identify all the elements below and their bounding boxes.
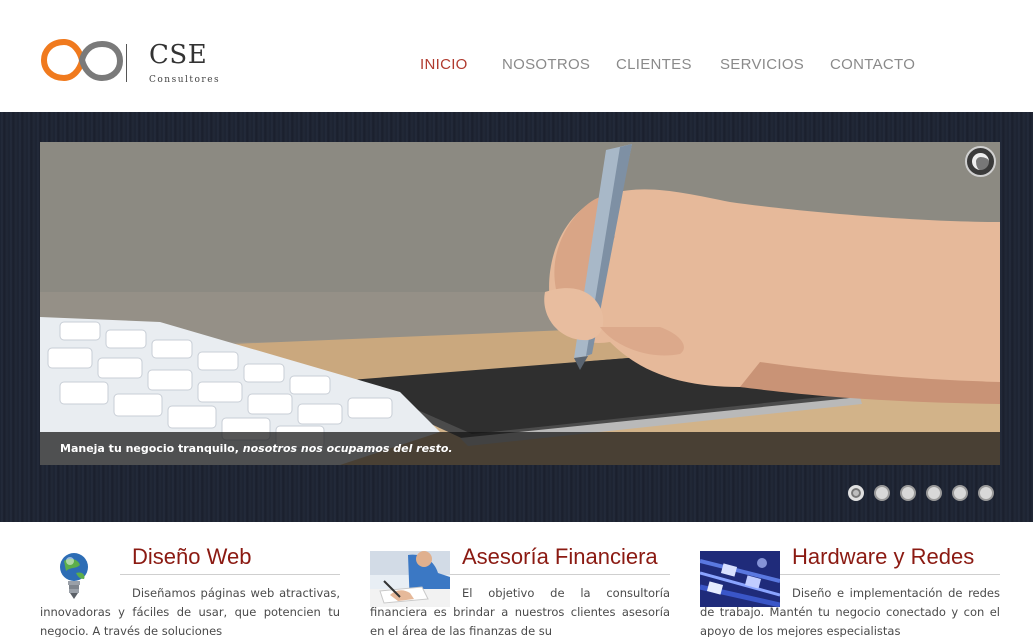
feature-hardware-redes: Hardware y Redes Diseño e implementación… xyxy=(699,522,1000,637)
brand-subtitle: Consultores xyxy=(149,75,221,85)
nav-item-contacto[interactable]: CONTACTO xyxy=(830,56,915,73)
feature-title[interactable]: Diseño Web xyxy=(132,544,251,570)
feature-diseno-web: Diseño Web Diseñamos páginas web atracti… xyxy=(40,522,340,637)
feature-text-content: El objetivo de la consultoría financiera… xyxy=(370,586,670,637)
slider-image[interactable]: Maneja tu negocio tranquilo, nosotros no… xyxy=(40,142,1000,465)
loading-spinner-icon[interactable] xyxy=(965,146,996,177)
slider-dot-2[interactable] xyxy=(874,485,890,501)
features-section: Diseño Web Diseñamos páginas web atracti… xyxy=(0,522,1033,637)
nav-item-inicio[interactable]: INICIO xyxy=(420,56,468,73)
slider-dot-6[interactable] xyxy=(978,485,994,501)
feature-divider xyxy=(450,574,670,575)
feature-text: Diseñamos páginas web atractivas, innova… xyxy=(40,584,340,637)
feature-text: El objetivo de la consultoría financiera… xyxy=(370,584,670,637)
feature-asesoria-financiera: Asesoría Financiera El objetivo de la co… xyxy=(370,522,670,637)
slider-dot-1[interactable] xyxy=(848,485,864,501)
nav-item-nosotros[interactable]: NOSOTROS xyxy=(502,56,590,73)
slider-dot-4[interactable] xyxy=(926,485,942,501)
infinity-logo-icon xyxy=(40,39,124,82)
nav-item-clientes[interactable]: CLIENTES xyxy=(616,56,692,73)
nav-item-servicios[interactable]: SERVICIOS xyxy=(720,56,804,73)
logo-divider xyxy=(126,44,127,82)
caption-italic: nosotros nos ocupamos del resto. xyxy=(242,442,453,455)
caption-text: Maneja tu negocio tranquilo, nosotros no… xyxy=(60,442,453,455)
site-header: CSE Consultores INICIO NOSOTROS CLIENTES… xyxy=(0,0,1033,112)
hand-writing-on-tablet-image xyxy=(40,142,1000,465)
feature-text-content: Diseño e implementación de redes de trab… xyxy=(700,586,1000,637)
feature-divider xyxy=(120,574,340,575)
feature-text: Diseño e implementación de redes de trab… xyxy=(700,584,1000,637)
logo[interactable]: CSE Consultores xyxy=(40,32,220,88)
slider-dot-5[interactable] xyxy=(952,485,968,501)
slider-dot-3[interactable] xyxy=(900,485,916,501)
brand-name: CSE xyxy=(149,40,208,70)
caption-plain: Maneja tu negocio tranquilo, xyxy=(60,442,243,455)
feature-title[interactable]: Asesoría Financiera xyxy=(462,544,658,570)
feature-text-content: Diseñamos páginas web atractivas, innova… xyxy=(40,586,340,637)
feature-title[interactable]: Hardware y Redes xyxy=(792,544,974,570)
feature-divider xyxy=(780,574,1000,575)
slider-caption: Maneja tu negocio tranquilo, nosotros no… xyxy=(40,432,1000,465)
